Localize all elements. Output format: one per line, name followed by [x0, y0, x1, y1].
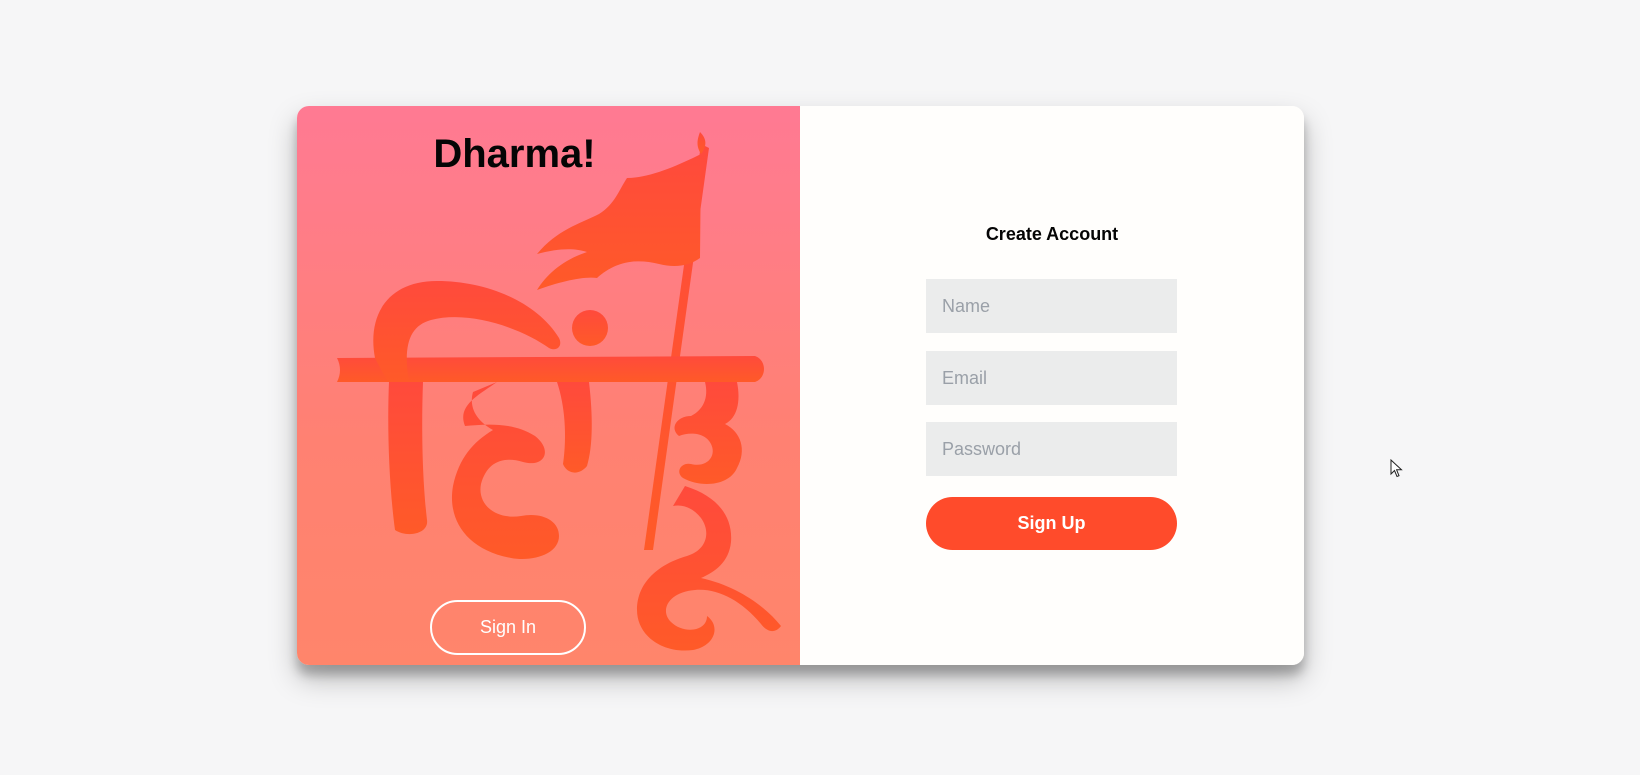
sign-up-button[interactable]: Sign Up [926, 497, 1177, 550]
auth-card: Dharma! Sign In Create Account Sign Up [297, 106, 1304, 665]
sign-in-button[interactable]: Sign In [430, 600, 586, 655]
form-title: Create Account [985, 224, 1119, 244]
password-input[interactable] [926, 422, 1177, 476]
email-input[interactable] [926, 351, 1177, 405]
brand-title: Dharma! [433, 132, 596, 176]
mouse-pointer-icon [1390, 459, 1403, 478]
name-input[interactable] [926, 279, 1177, 333]
hindu-flag-artwork [337, 132, 781, 651]
welcome-panel: Dharma! Sign In [297, 106, 800, 665]
signup-panel: Create Account Sign Up [800, 106, 1304, 665]
